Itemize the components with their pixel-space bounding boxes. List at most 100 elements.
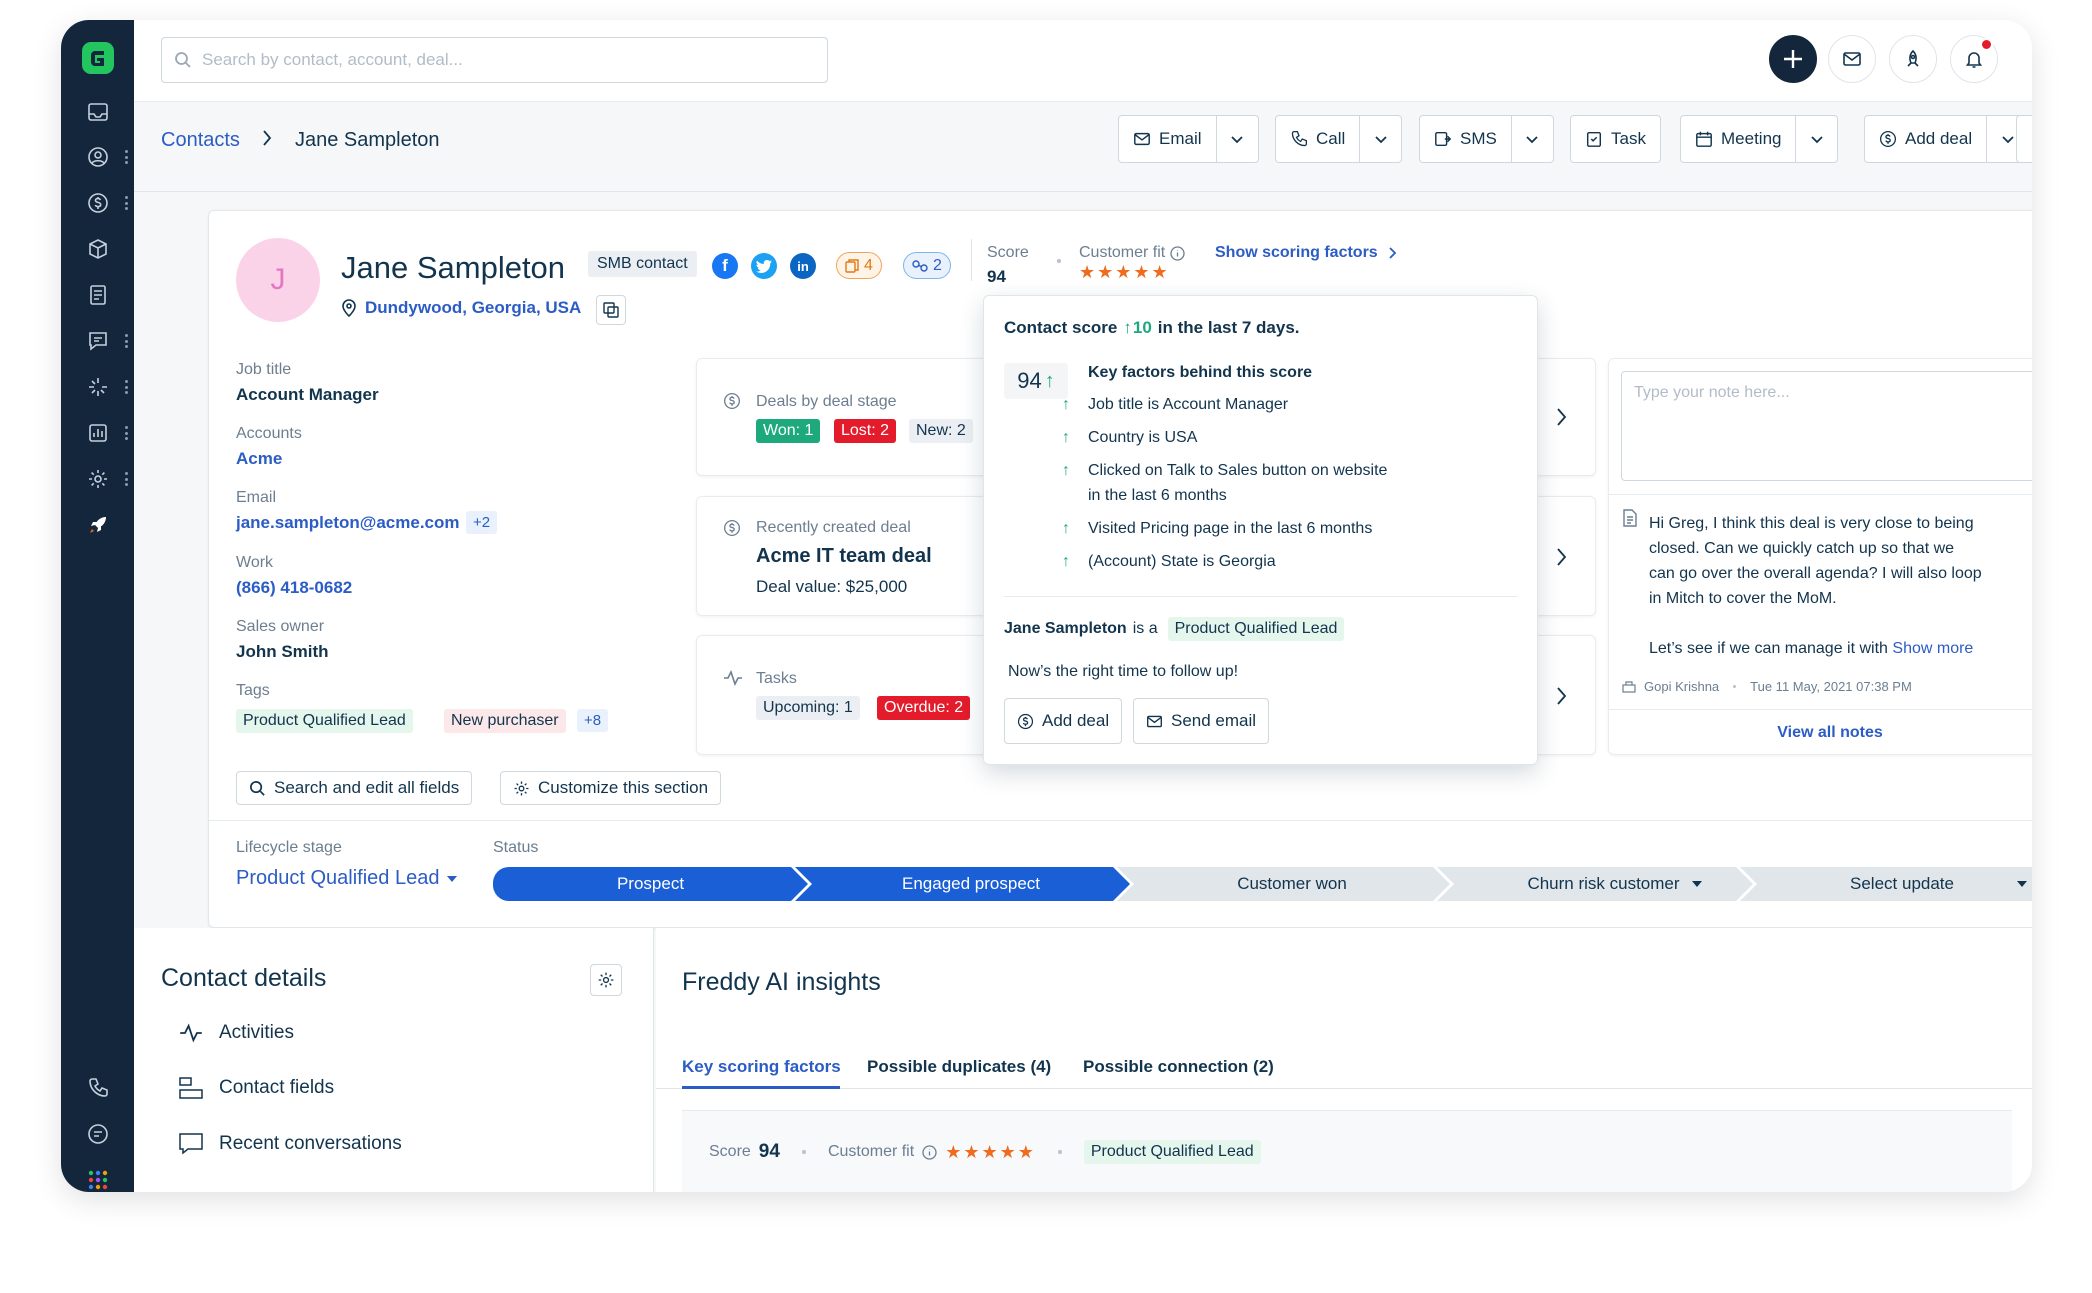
show-scoring-factors-link[interactable]: Show scoring factors [1215, 244, 1397, 262]
tag-item[interactable]: Product Qualified Lead [236, 709, 413, 733]
links-count-badge[interactable]: 2 [903, 252, 951, 279]
popover-add-deal-button[interactable]: Add deal [1004, 698, 1123, 744]
tab-key-scoring-factors[interactable]: Key scoring factors [682, 1057, 841, 1077]
sms-action[interactable]: SMS [1419, 115, 1554, 163]
notifications-button[interactable] [1950, 35, 1998, 83]
conversations-icon[interactable] [61, 326, 134, 356]
tags-more-badge[interactable]: +8 [577, 709, 609, 732]
arrow-up-icon: ↑ [1062, 520, 1070, 537]
call-button[interactable]: Call [1276, 116, 1359, 162]
details-item-activities[interactable]: Activities [179, 1022, 294, 1044]
author-icon [1622, 681, 1636, 693]
task-button[interactable]: Task [1571, 116, 1660, 162]
sms-dropdown[interactable] [1510, 116, 1553, 162]
customize-section-button[interactable]: Customize this section [500, 771, 722, 805]
tab-possible-connection[interactable]: Possible connection (2) [1083, 1057, 1274, 1077]
copy-location-button[interactable] [596, 295, 626, 325]
separator-dot [1057, 259, 1061, 263]
linkedin-icon[interactable]: in [790, 253, 816, 279]
call-dropdown[interactable] [1359, 116, 1401, 162]
chat-icon[interactable] [61, 1119, 134, 1149]
task-action[interactable]: Task [1570, 115, 1661, 163]
lead-summary: Jane Sampleton is a Product Qualified Le… [1004, 617, 1345, 641]
note-input[interactable]: Type your note here... [1621, 371, 2032, 481]
add-new-button[interactable] [1769, 35, 1817, 83]
tab-possible-duplicates[interactable]: Possible duplicates (4) [867, 1057, 1051, 1077]
app-logo[interactable] [61, 38, 134, 78]
contact-avatar: J [236, 238, 320, 322]
location-link[interactable]: Dundywood, Georgia, USA [365, 298, 581, 318]
call-button-label: Call [1316, 129, 1346, 148]
lifecycle-stage-dropdown[interactable]: Product Qualified Lead [236, 867, 458, 890]
email-action[interactable]: Email [1118, 115, 1259, 163]
meeting-action[interactable]: Meeting [1680, 115, 1839, 163]
score-box: 94 ↑ [1004, 363, 1068, 399]
popover-send-email-button[interactable]: Send email [1133, 698, 1270, 744]
details-item-contact-fields[interactable]: Contact fields [179, 1077, 334, 1099]
products-icon[interactable] [61, 234, 134, 264]
chevron-down-icon [1526, 136, 1538, 144]
more-actions-button[interactable] [2016, 115, 2032, 163]
copy-icon [603, 302, 619, 318]
contacts-icon[interactable] [61, 142, 134, 172]
note-line: can go over the overall agenda? I will a… [1649, 565, 1982, 582]
automation-icon[interactable] [61, 372, 134, 402]
dollar-circle-icon [1879, 130, 1897, 148]
meeting-button-label: Meeting [1721, 129, 1782, 148]
stage-prospect[interactable]: Prospect [493, 868, 808, 900]
global-search[interactable] [161, 37, 828, 83]
overdue-tasks-badge: Overdue: 2 [877, 696, 971, 720]
inbox-icon[interactable] [61, 97, 134, 127]
add-deal-action[interactable]: Add deal [1864, 115, 2030, 163]
email-more-badge[interactable]: +2 [466, 511, 498, 534]
stage-engaged-prospect[interactable]: Engaged prospect [812, 868, 1130, 900]
info-icon[interactable] [1170, 245, 1185, 261]
breadcrumb-bar: Contacts Jane Sampleton Email Call SMS T… [134, 102, 2032, 192]
call-action[interactable]: Call [1275, 115, 1403, 163]
show-more-link[interactable]: Show more [1892, 640, 1973, 657]
stage-customer-won[interactable]: Customer won [1134, 868, 1450, 900]
chevron-right-icon [1557, 687, 1567, 705]
recent-deal-name[interactable]: Acme IT team deal [756, 545, 932, 568]
launch-button[interactable] [1889, 35, 1937, 83]
tag-item[interactable]: New purchaser [444, 709, 566, 733]
reports-icon[interactable] [61, 418, 134, 448]
chevron-down-icon [1811, 136, 1823, 144]
meeting-button[interactable]: Meeting [1681, 116, 1795, 162]
score-label: Score [987, 244, 1029, 261]
email-button[interactable]: Email [1119, 116, 1216, 162]
mail-icon [1134, 132, 1150, 146]
search-input[interactable] [202, 50, 802, 70]
documents-icon[interactable] [61, 280, 134, 310]
email-dropdown[interactable] [1215, 116, 1258, 162]
rocket-icon[interactable] [61, 510, 134, 540]
settings-icon[interactable] [61, 464, 134, 494]
factor-item: ↑ (Account) State is Georgia [1062, 549, 1276, 574]
mail-button[interactable] [1828, 35, 1876, 83]
files-count-badge[interactable]: 4 [836, 252, 882, 279]
search-edit-fields-button[interactable]: Search and edit all fields [236, 771, 473, 805]
account-link[interactable]: Acme [236, 449, 282, 469]
chevron-right-icon [1557, 408, 1567, 426]
stage-churn-risk[interactable]: Churn risk customer [1454, 868, 1753, 900]
email-link[interactable]: jane.sampleton@acme.com [236, 513, 460, 533]
lost-deals-badge: Lost: 2 [834, 419, 897, 443]
sms-button[interactable]: SMS [1420, 116, 1511, 162]
details-item-recent-conversations[interactable]: Recent conversations [179, 1133, 402, 1155]
view-all-notes-link[interactable]: View all notes [1609, 724, 2032, 742]
meeting-dropdown[interactable] [1795, 116, 1837, 162]
work-phone-link[interactable]: (866) 418-0682 [236, 578, 352, 598]
contact-name: Jane Sampleton [341, 250, 566, 285]
facebook-icon[interactable]: f [712, 253, 738, 279]
insights-lead-tag: Product Qualified Lead [1083, 1140, 1261, 1164]
details-settings-button[interactable] [590, 964, 622, 996]
stage-select-update[interactable]: Select update [1757, 868, 2032, 900]
breadcrumb-contacts-link[interactable]: Contacts [161, 129, 240, 152]
info-icon[interactable] [922, 1144, 937, 1160]
apps-grid-icon[interactable] [61, 1165, 134, 1192]
chevron-right-icon [1557, 548, 1567, 566]
twitter-icon[interactable] [751, 253, 777, 279]
deals-icon[interactable] [61, 188, 134, 218]
phone-icon[interactable] [61, 1073, 134, 1103]
add-deal-button[interactable]: Add deal [1865, 116, 1986, 162]
